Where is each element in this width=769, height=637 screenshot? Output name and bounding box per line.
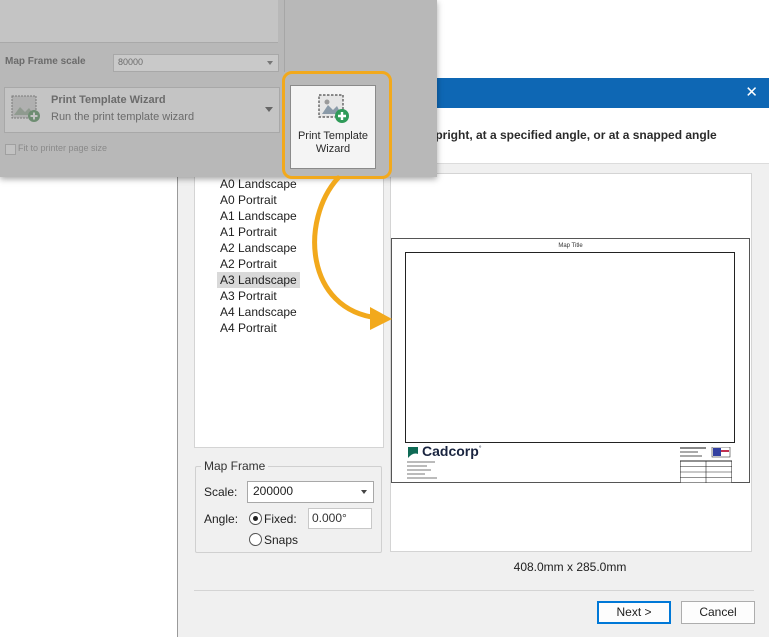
snaps-radio[interactable] xyxy=(249,533,262,546)
preview-page: Map Title Cadcorp° xyxy=(391,238,750,483)
map-frame-legend: Map Frame xyxy=(201,459,269,473)
map-frame-scale-value: 80000 xyxy=(118,57,144,67)
angle-value: 0.000° xyxy=(312,511,347,525)
list-item[interactable]: A1 Portrait xyxy=(217,224,280,240)
list-item[interactable]: A2 Landscape xyxy=(217,240,300,256)
map-frame-scale-label: Map Frame scale xyxy=(5,56,86,67)
angle-label: Angle: xyxy=(204,512,239,526)
next-button[interactable]: Next > xyxy=(597,601,671,624)
scale-label: Scale: xyxy=(204,485,238,499)
list-item[interactable]: A1 Landscape xyxy=(217,208,300,224)
chevron-down-icon xyxy=(267,61,273,65)
angle-input[interactable]: 0.000° xyxy=(308,508,372,529)
template-preview: Map Title Cadcorp° xyxy=(390,173,752,552)
ribbon-separator xyxy=(284,0,285,72)
print-template-wizard-gallery[interactable]: Print Template Wizard Run the print temp… xyxy=(4,87,280,133)
list-item[interactable]: A0 Landscape xyxy=(217,176,300,192)
fit-to-page-label: Fit to printer page size xyxy=(18,143,108,153)
print-template-wizard-icon xyxy=(318,94,349,123)
fixed-label[interactable]: Fixed: xyxy=(264,512,297,526)
chevron-down-icon xyxy=(361,490,367,494)
dropdown-arrow-icon[interactable] xyxy=(265,107,273,112)
preview-map-frame xyxy=(405,252,735,443)
cancel-button[interactable]: Cancel xyxy=(681,601,755,624)
preview-title-block xyxy=(680,447,732,483)
list-item-selected[interactable]: A3 Landscape xyxy=(217,272,300,288)
map-frame-scale-combobox[interactable]: 80000 xyxy=(113,54,279,72)
dialog-subtitle: upright, at a specified angle, or at a s… xyxy=(428,128,717,142)
preview-address-block xyxy=(407,461,447,481)
wizard-gallery-title: Print Template Wizard xyxy=(51,94,166,106)
list-item[interactable]: A4 Portrait xyxy=(217,320,280,336)
snaps-label[interactable]: Snaps xyxy=(264,533,298,547)
print-template-wizard-label: Print Template Wizard xyxy=(297,130,369,155)
cadcorp-logo-icon xyxy=(408,447,418,458)
preview-logo-text: Cadcorp° xyxy=(422,443,482,459)
list-item[interactable]: A0 Portrait xyxy=(217,192,280,208)
wizard-gallery-description: Run the print template wizard xyxy=(51,111,195,123)
print-template-icon xyxy=(11,95,40,122)
footer-divider xyxy=(194,590,754,591)
callout-arrow-icon xyxy=(312,175,392,330)
scale-value: 200000 xyxy=(253,484,294,498)
page-size-label: 408.0mm x 285.0mm xyxy=(513,560,627,574)
print-template-wizard-button[interactable]: Print Template Wizard xyxy=(290,85,376,169)
radio-selected-dot xyxy=(253,516,258,521)
fit-to-page-checkbox[interactable] xyxy=(5,144,16,155)
list-item[interactable]: A3 Portrait xyxy=(217,288,280,304)
preview-map-title: Map Title xyxy=(558,243,583,249)
scale-combobox[interactable]: 200000 xyxy=(247,481,374,503)
list-item[interactable]: A4 Landscape xyxy=(217,304,300,320)
list-item[interactable]: A2 Portrait xyxy=(217,256,280,272)
ribbon-top-area xyxy=(0,0,278,43)
fixed-radio[interactable] xyxy=(249,512,262,525)
close-icon[interactable]: ✕ xyxy=(745,82,758,102)
